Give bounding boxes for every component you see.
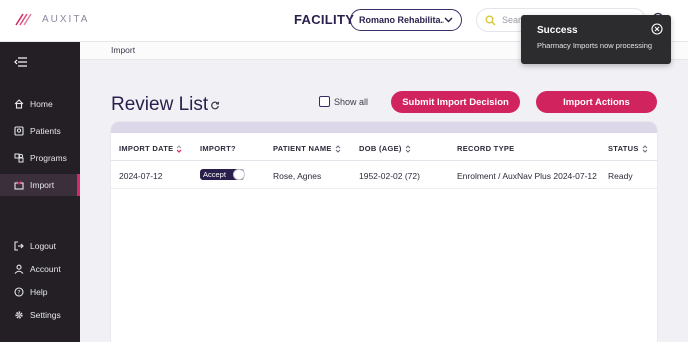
close-icon[interactable] [651,23,663,35]
breadcrumb-current[interactable]: Import [111,45,135,55]
sidebar: Home Patients Programs Import Logout Acc… [0,42,80,342]
cell-record-type: Enrolment / AuxNav Plus 2024-07-12 [457,171,597,181]
cell-import-date: 2024-07-12 [119,171,163,181]
patients-icon [14,126,24,136]
submit-import-decision-button[interactable]: Submit Import Decision [391,91,520,113]
review-table: IMPORT DATE IMPORT? PATIENT NAME DOB (AG… [111,122,657,342]
facility-value: Romano Rehabilita... [359,15,444,25]
sidebar-item-label: Import [30,180,55,190]
sort-icon [335,144,341,153]
sidebar-item-home[interactable]: Home [0,93,80,115]
row-divider [111,188,657,189]
sidebar-item-patients[interactable]: Patients [0,120,80,142]
cell-dob: 1952-02-02 (72) [359,171,420,181]
toggle-knob[interactable] [233,169,245,180]
show-all-checkbox[interactable] [319,96,330,107]
show-all-label: Show all [334,96,369,107]
column-header-record-type: RECORD TYPE [457,144,515,153]
cell-status: Ready [608,171,633,181]
settings-icon [15,311,23,319]
table-top-band [111,122,657,133]
toast-message: Pharmacy Imports now processing [537,41,653,50]
refresh-icon[interactable] [210,100,220,110]
sidebar-item-label: Patients [30,126,61,136]
column-header-import-date[interactable]: IMPORT DATE [119,144,182,153]
toast-title: Success [537,25,578,36]
column-header-import: IMPORT? [200,144,236,153]
sidebar-item-account[interactable]: Account [0,258,80,280]
column-header-dob[interactable]: DOB (AGE) [359,144,411,153]
sidebar-item-programs[interactable]: Programs [0,147,80,169]
sidebar-item-help[interactable]: ? Help [0,281,80,303]
import-actions-button[interactable]: Import Actions [536,91,657,113]
sort-icon [405,144,411,153]
search-icon [485,15,496,25]
cell-patient-name[interactable]: Rose, Agnes [273,171,321,181]
brand-name: AUXITA [42,13,90,25]
programs-icon [14,153,24,163]
page-title: Review List [111,94,209,115]
sidebar-item-label: Home [30,99,53,109]
sidebar-item-logout[interactable]: Logout [0,235,80,257]
sidebar-item-label: Help [30,287,48,297]
home-icon [14,99,24,109]
header-divider [111,160,657,161]
column-header-patient-name[interactable]: PATIENT NAME [273,144,341,153]
logout-icon [14,241,24,251]
account-icon [14,264,24,274]
help-icon: ? [14,287,24,297]
auxita-logo-icon [15,13,32,26]
facility-select[interactable]: Romano Rehabilita... [350,9,462,31]
toggle-label: Accept [203,170,226,179]
chevron-down-icon [444,17,453,23]
collapse-menu-icon[interactable] [14,57,28,67]
column-header-status[interactable]: STATUS [608,144,648,153]
facility-label: FACILITY [294,12,355,27]
sidebar-item-label: Account [30,264,61,274]
svg-text:?: ? [17,289,20,296]
success-toast: Success Pharmacy Imports now processing [521,15,671,64]
logo[interactable]: AUXITA [14,11,89,27]
sidebar-item-label: Logout [30,241,56,251]
sidebar-item-settings[interactable]: Settings [0,304,80,326]
sidebar-item-import[interactable]: Import [0,174,80,196]
show-all-toggle[interactable]: Show all [319,96,368,107]
sort-desc-icon [176,144,182,153]
import-accept-toggle[interactable]: Accept [200,169,245,180]
sidebar-item-label: Settings [30,310,61,320]
sort-icon [642,144,648,153]
import-icon [14,180,24,190]
sidebar-item-label: Programs [30,153,67,163]
